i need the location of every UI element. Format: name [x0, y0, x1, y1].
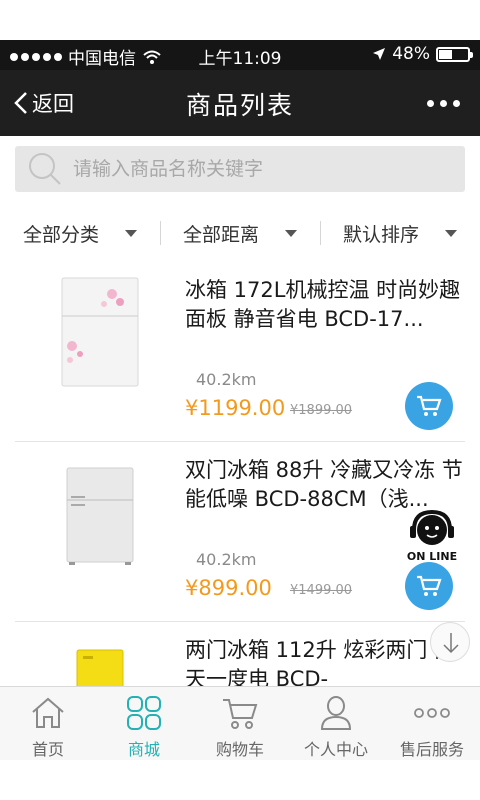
tab-profile[interactable]: 个人中心	[288, 687, 384, 760]
battery-icon	[436, 46, 473, 62]
online-service-button[interactable]: ON LINE	[406, 509, 458, 570]
caret-down-icon	[125, 229, 137, 237]
product-image	[45, 456, 155, 576]
nav-bar: 返回 商品列表	[0, 70, 480, 136]
tab-label: 售后服务	[399, 740, 464, 759]
tab-cart[interactable]: 购物车	[192, 687, 288, 760]
battery-percent: 48%	[392, 44, 430, 64]
page-title: 商品列表	[185, 91, 294, 120]
cart-icon	[417, 395, 442, 416]
fridge-image	[76, 649, 124, 686]
filter-label: 全部分类	[22, 223, 99, 246]
filter-label: 全部距离	[182, 223, 259, 246]
filter-category[interactable]: 全部分类	[0, 212, 160, 254]
status-bar: 中国电信 上午11:09 48%	[0, 40, 480, 70]
tab-label: 商城	[127, 740, 160, 759]
product-name[interactable]: 两门冰箱 112升 炫彩两门 两天一度电 BCD-	[185, 636, 470, 686]
filter-distance[interactable]: 全部距离	[160, 212, 320, 254]
filter-bar: 全部分类 全部距离 默认排序	[0, 212, 480, 254]
tab-mall[interactable]: 商城	[96, 687, 192, 760]
product-image	[45, 276, 155, 396]
fridge-image	[66, 467, 134, 565]
product-item[interactable]: 双门冰箱 88升 冷藏又冷冻 节能低噪 BCD-88CM（浅... 40.2km…	[15, 442, 465, 622]
more-dot	[427, 100, 434, 107]
search-bar[interactable]	[15, 146, 465, 192]
more-icon	[414, 707, 450, 718]
product-price: ¥899.00	[185, 576, 272, 600]
bottom-area	[0, 760, 480, 800]
product-distance: 40.2km	[196, 370, 257, 389]
add-to-cart-button[interactable]	[405, 382, 453, 430]
arrow-down-icon	[443, 633, 459, 654]
product-list: 冰箱 172L机械控温 时尚妙趣面板 静音省电 BCD-17... 40.2km…	[0, 262, 480, 686]
caret-down-icon	[445, 229, 457, 237]
product-image	[45, 636, 155, 686]
tab-label: 首页	[31, 740, 64, 759]
product-distance: 40.2km	[196, 550, 257, 569]
more-button[interactable]	[427, 100, 460, 107]
cart-icon	[223, 698, 258, 729]
home-icon	[32, 697, 64, 728]
headset-icon	[410, 509, 454, 545]
product-price: ¥1199.00	[185, 396, 286, 420]
cart-icon	[417, 575, 442, 596]
tab-home[interactable]: 首页	[0, 687, 96, 760]
product-name[interactable]: 冰箱 172L机械控温 时尚妙趣面板 静音省电 BCD-17...	[185, 276, 470, 334]
online-label: ON LINE	[406, 550, 458, 563]
product-item[interactable]: 冰箱 172L机械控温 时尚妙趣面板 静音省电 BCD-17... 40.2km…	[15, 262, 465, 442]
grid-icon	[127, 695, 161, 730]
filter-label: 默认排序	[342, 223, 419, 246]
tab-service[interactable]: 售后服务	[384, 687, 480, 760]
status-right: 48%	[372, 44, 473, 64]
fridge-image	[61, 277, 139, 387]
tab-label: 个人中心	[303, 740, 368, 759]
product-old-price: ¥1499.00	[290, 583, 353, 598]
more-dot	[453, 100, 460, 107]
filter-sort[interactable]: 默认排序	[320, 212, 480, 254]
location-arrow-icon	[373, 48, 386, 60]
caret-down-icon	[285, 229, 297, 237]
tab-bar: 首页 商城 购物车 个人中心 售后服务	[0, 686, 480, 760]
tab-label: 购物车	[215, 740, 264, 759]
search-input[interactable]	[73, 158, 433, 180]
more-dot	[440, 100, 447, 107]
product-name[interactable]: 双门冰箱 88升 冷藏又冷冻 节能低噪 BCD-88CM（浅...	[185, 456, 470, 514]
scroll-button[interactable]	[430, 622, 470, 662]
product-item[interactable]: 两门冰箱 112升 炫彩两门 两天一度电 BCD-	[15, 622, 465, 686]
product-old-price: ¥1899.00	[290, 403, 353, 418]
user-icon	[320, 695, 352, 730]
search-icon	[29, 153, 61, 185]
